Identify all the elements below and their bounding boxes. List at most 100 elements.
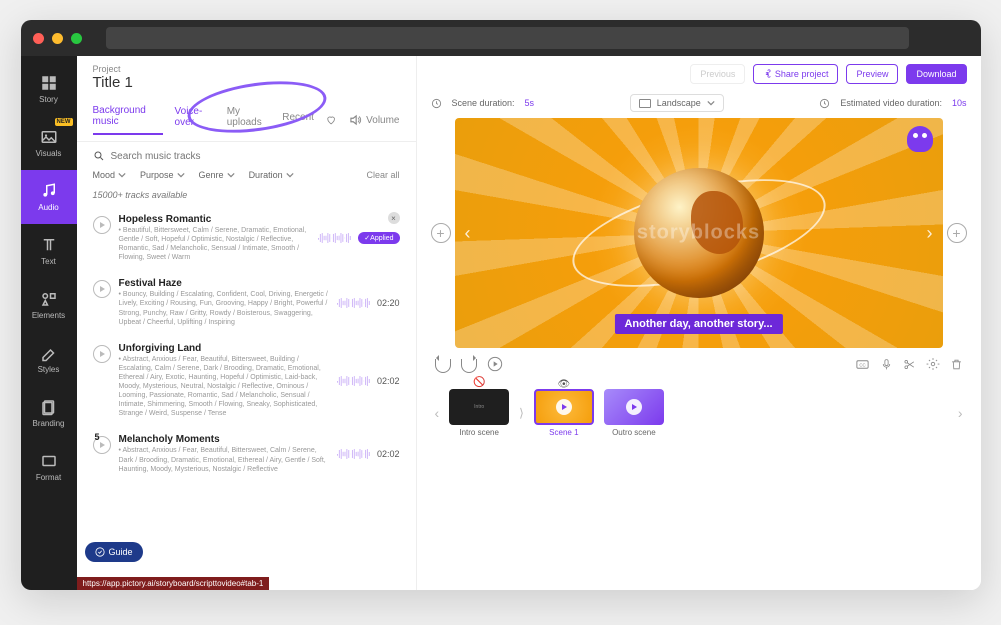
track-list: ×Hopeless Romantic• Beautiful, Bitterswe… xyxy=(77,208,416,590)
minimize-window-button[interactable] xyxy=(52,33,63,44)
watermark: storyblocks xyxy=(637,222,760,245)
share-button[interactable]: Share project xyxy=(753,64,838,84)
filter-row: Mood Purpose Genre Duration Clear all xyxy=(77,170,416,186)
track-title: Festival Haze xyxy=(119,278,329,289)
undo-button[interactable] xyxy=(435,359,451,373)
thumb-scene-1[interactable]: 👁 xyxy=(534,389,594,425)
clear-filters[interactable]: Clear all xyxy=(366,170,399,180)
track-row[interactable]: ×Hopeless Romantic• Beautiful, Bitterswe… xyxy=(85,208,408,272)
tab-my-uploads[interactable]: My uploads xyxy=(227,106,271,134)
add-scene-after[interactable]: + xyxy=(947,223,967,243)
app-window: Story NEW Visuals Audio Text Elements xyxy=(21,20,981,590)
scene-label: Scene 1 xyxy=(549,428,578,437)
estimated-value: 10s xyxy=(952,98,967,108)
clock-icon xyxy=(431,98,442,109)
filter-purpose[interactable]: Purpose xyxy=(140,170,185,180)
scene-intro[interactable]: 🚫 Intro Intro scene xyxy=(449,389,509,437)
next-scene-arrow[interactable]: › xyxy=(921,221,939,245)
meta-row: Scene duration: 5s Landscape Estimated v… xyxy=(431,94,967,112)
sidenav-styles[interactable]: Styles xyxy=(21,332,77,386)
scene-outro[interactable]: Outro scene xyxy=(604,389,664,437)
previous-button[interactable]: Previous xyxy=(690,64,745,84)
sidenav-label: Audio xyxy=(38,203,58,212)
top-toolbar: Previous Share project Preview Download xyxy=(431,64,967,84)
thumb-outro[interactable] xyxy=(604,389,664,425)
visibility-on-icon[interactable]: 👁 xyxy=(558,379,571,390)
scenes-next[interactable]: › xyxy=(958,405,963,421)
trash-icon xyxy=(950,358,963,371)
chevron-down-icon xyxy=(227,171,235,179)
prev-scene-arrow[interactable]: ‹ xyxy=(459,221,477,245)
scissors-icon xyxy=(903,358,916,371)
track-tags: • Abstract, Anxious / Fear, Beautiful, B… xyxy=(119,355,329,419)
filter-genre[interactable]: Genre xyxy=(199,170,235,180)
track-row[interactable]: 5Melancholy Moments• Abstract, Anxious /… xyxy=(85,428,408,483)
preview-button[interactable]: Preview xyxy=(846,64,898,84)
titlebar xyxy=(21,20,981,56)
maximize-window-button[interactable] xyxy=(71,33,82,44)
search-input[interactable] xyxy=(111,151,400,162)
gear-icon xyxy=(926,357,940,371)
url-hint: https://app.pictory.ai/storyboard/script… xyxy=(77,577,270,590)
mic-button[interactable] xyxy=(880,358,893,374)
preview-toolbar: CC xyxy=(431,348,967,383)
sidenav-format[interactable]: Format xyxy=(21,440,77,494)
sidenav-label: Elements xyxy=(32,311,65,320)
sidenav-visuals[interactable]: NEW Visuals xyxy=(21,116,77,170)
search-row xyxy=(77,142,416,170)
heart-icon[interactable] xyxy=(326,114,336,126)
play-button[interactable] xyxy=(487,356,503,375)
aspect-dropdown[interactable]: Landscape xyxy=(630,94,724,112)
url-bar[interactable] xyxy=(106,27,909,49)
landscape-icon xyxy=(639,99,651,108)
track-duration: 02:02 xyxy=(377,376,400,386)
filter-duration[interactable]: Duration xyxy=(249,170,294,180)
scene-1[interactable]: 👁 Scene 1 xyxy=(534,389,594,437)
sidenav-branding[interactable]: Branding xyxy=(21,386,77,440)
delete-button[interactable] xyxy=(950,358,963,374)
play-track-button[interactable] xyxy=(93,216,111,234)
tab-voice-over[interactable]: Voice-over xyxy=(175,106,215,134)
play-track-button[interactable] xyxy=(93,280,111,298)
play-icon xyxy=(487,356,503,372)
tab-background-music[interactable]: Background music xyxy=(93,105,163,135)
caption-text[interactable]: Another day, another story... xyxy=(614,314,782,334)
cc-button[interactable]: CC xyxy=(855,357,870,375)
play-icon xyxy=(626,399,642,415)
check-icon xyxy=(95,547,105,557)
volume-control[interactable]: Volume xyxy=(348,113,399,127)
sidenav-elements[interactable]: Elements xyxy=(21,278,77,332)
cut-button[interactable] xyxy=(903,358,916,374)
redo-button[interactable] xyxy=(461,359,477,373)
guide-button[interactable]: Guide xyxy=(85,542,143,562)
video-preview[interactable]: storyblocks Another day, another story..… xyxy=(455,118,943,348)
track-row[interactable]: Festival Haze• Bouncy, Building / Escala… xyxy=(85,272,408,336)
track-title: Melancholy Moments xyxy=(119,434,329,445)
thumb-intro[interactable]: 🚫 Intro xyxy=(449,389,509,425)
scene-duration-label: Scene duration: xyxy=(452,98,515,108)
new-badge: NEW xyxy=(55,118,73,126)
scene-duration-value[interactable]: 5s xyxy=(525,98,535,108)
visibility-off-icon[interactable]: 🚫 xyxy=(473,377,485,388)
close-icon[interactable]: × xyxy=(388,212,400,224)
download-button[interactable]: Download xyxy=(906,64,966,84)
octopus-logo xyxy=(907,126,933,152)
sidenav-audio[interactable]: Audio xyxy=(21,170,77,224)
filter-mood[interactable]: Mood xyxy=(93,170,127,180)
sidenav-text[interactable]: Text xyxy=(21,224,77,278)
project-title[interactable]: Title 1 xyxy=(93,74,400,91)
estimated-label: Estimated video duration: xyxy=(840,98,942,108)
track-tags: • Abstract, Anxious / Fear, Beautiful, B… xyxy=(119,446,329,473)
guide-label: Guide xyxy=(109,547,133,557)
sidenav-story[interactable]: Story xyxy=(21,62,77,116)
track-row[interactable]: Unforgiving Land• Abstract, Anxious / Fe… xyxy=(85,337,408,429)
add-scene-before[interactable]: + xyxy=(431,223,451,243)
close-window-button[interactable] xyxy=(33,33,44,44)
scenes-prev[interactable]: ‹ xyxy=(435,405,440,421)
settings-button[interactable] xyxy=(926,357,940,374)
sidenav-label: Text xyxy=(41,257,56,266)
play-track-button[interactable] xyxy=(93,345,111,363)
tab-recent[interactable]: Recent xyxy=(282,112,314,129)
cc-icon: CC xyxy=(855,357,870,372)
play-icon xyxy=(556,399,572,415)
